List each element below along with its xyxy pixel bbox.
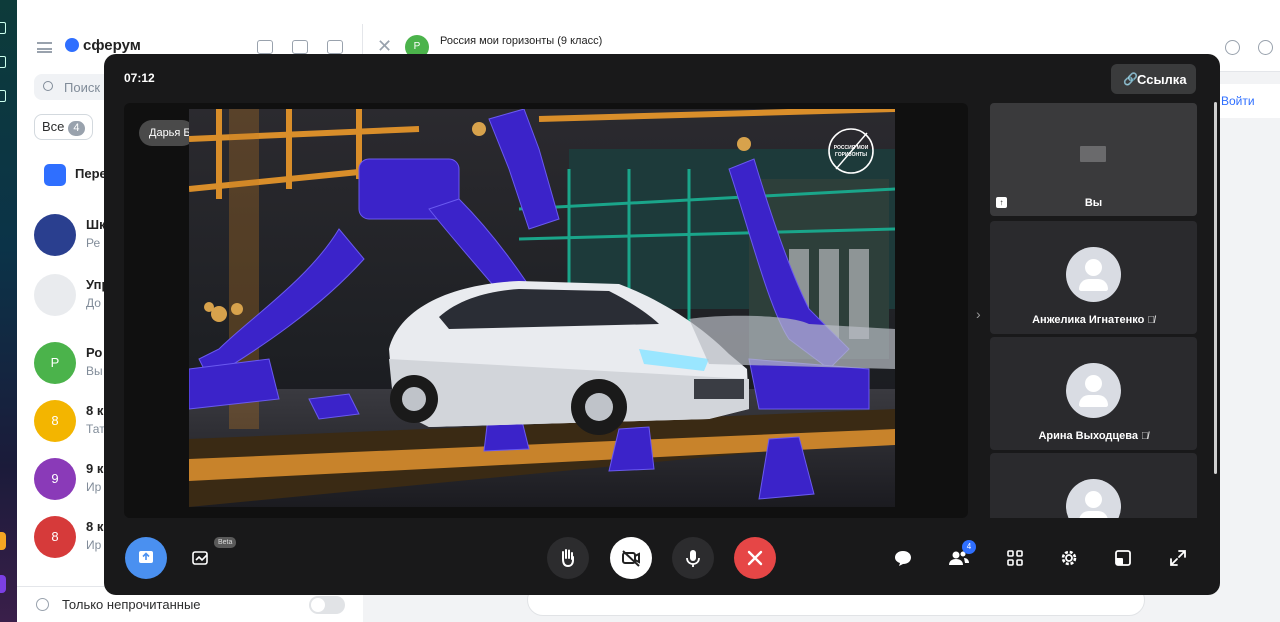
chat-avatar xyxy=(44,164,66,186)
speaker-name-tag: Дарья Б xyxy=(139,120,195,146)
grid-view-button[interactable] xyxy=(1002,545,1028,571)
chevron-right-icon[interactable]: › xyxy=(976,306,981,322)
avatar xyxy=(1066,363,1121,418)
participant-tile[interactable] xyxy=(990,453,1197,518)
app-logo-text: сферум xyxy=(83,37,141,54)
chat-name: Шк xyxy=(86,217,106,232)
screen: сферум Поиск Все 4 Пере Шк Ре Упр До Р Ро Вы 8 8 к… xyxy=(0,0,1280,622)
gear-icon xyxy=(1061,550,1077,566)
mic-toggle-button[interactable] xyxy=(672,537,714,579)
chat-name: Ро xyxy=(86,345,103,360)
mic-icon xyxy=(686,550,700,567)
hangup-icon xyxy=(747,550,763,566)
chat-icon xyxy=(895,551,911,566)
chat-avatar: 9 xyxy=(34,458,76,500)
whiteboard-icon xyxy=(192,551,208,565)
mic-off-icon: 🎙̸ xyxy=(1147,315,1155,326)
link-icon: 🔗 xyxy=(1123,72,1138,86)
participant-name: Вы xyxy=(1084,197,1103,209)
unread-only-toggle[interactable] xyxy=(309,596,345,614)
taskbar-icon[interactable] xyxy=(0,90,6,102)
fullscreen-icon xyxy=(1170,550,1186,566)
chat-preview: Вы xyxy=(86,364,103,378)
search-placeholder: Поиск xyxy=(64,80,101,95)
unread-filter-icon xyxy=(36,598,49,611)
unread-only-label: Только непрочитанные xyxy=(62,597,201,612)
search-icon[interactable] xyxy=(1258,40,1273,55)
whiteboard-button[interactable] xyxy=(188,545,214,571)
participant-name-row: Арина Выходцева 🎙̸ xyxy=(990,430,1197,442)
search-icon xyxy=(43,81,53,91)
participants-panel: ↑ Вы Анжелика Игнатенко 🎙̸ Арина Выходцев… xyxy=(990,103,1197,518)
participant-tile[interactable]: Арина Выходцева 🎙̸ xyxy=(990,337,1197,450)
window-topbar xyxy=(17,0,1280,24)
video-logo-line1: РОССИЯ МОИ xyxy=(834,145,869,151)
copy-link-button[interactable]: 🔗 Ссылка xyxy=(1111,64,1196,94)
taskbar-icon[interactable] xyxy=(0,56,6,68)
fullscreen-button[interactable] xyxy=(1165,545,1191,571)
filter-label: Все xyxy=(42,119,65,134)
chat-name: 8 к xyxy=(86,403,104,418)
call-timer: 07:12 xyxy=(124,71,155,85)
filter-count-badge: 4 xyxy=(68,121,85,136)
filter-all-button[interactable]: Все 4 xyxy=(34,114,93,140)
chat-avatar: Р xyxy=(34,342,76,384)
mic-off-icon: 🎙̸ xyxy=(1141,431,1149,442)
main-stage: Дарья Б РОССИЯ МОИ ГОРИЗОНТЫ xyxy=(124,103,968,518)
chat-avatar xyxy=(34,214,76,256)
chat-avatar: 8 xyxy=(34,400,76,442)
settings-button[interactable] xyxy=(1056,545,1082,571)
camera-off-icon xyxy=(622,550,640,567)
copy-link-label: Ссылка xyxy=(1137,72,1187,87)
archive-icon[interactable] xyxy=(292,40,308,54)
participant-name: Арина Выходцева xyxy=(1038,430,1139,442)
chat-preview: До xyxy=(86,296,101,310)
chat-name: Пере xyxy=(75,166,107,181)
factory-robot-video-frame: РОССИЯ МОИ ГОРИЗОНТЫ xyxy=(189,109,895,507)
participant-tile[interactable]: Анжелика Игнатенко 🎙̸ xyxy=(990,221,1197,334)
chat-avatar: 8 xyxy=(34,516,76,558)
new-call-icon[interactable] xyxy=(257,40,273,54)
participant-name: Анжелика Игнатенко xyxy=(1032,314,1145,326)
chat-preview: Ир xyxy=(86,480,102,494)
compose-icon[interactable] xyxy=(327,40,343,54)
screen-share-button[interactable] xyxy=(125,537,167,579)
join-call-button[interactable]: Войти xyxy=(1217,84,1280,118)
chat-button[interactable] xyxy=(890,545,916,571)
call-window: 07:12 🔗 Ссылка Дарья Б РОССИЯ МОИ ГОРИЗО… xyxy=(104,54,1220,595)
raise-hand-icon xyxy=(562,549,574,568)
raise-hand-button[interactable] xyxy=(547,537,589,579)
chat-title: Россия мои горизонты (9 класс) xyxy=(440,35,603,47)
grid-icon xyxy=(1007,550,1023,566)
participant-tile-self[interactable]: ↑ Вы xyxy=(990,103,1197,216)
chat-preview: Тат xyxy=(86,422,105,436)
shared-video: РОССИЯ МОИ ГОРИЗОНТЫ xyxy=(189,109,895,507)
beta-badge: Beta xyxy=(214,537,237,548)
participant-name-row: Анжелика Игнатенко 🎙̸ xyxy=(990,314,1197,326)
video-logo-line2: ГОРИЗОНТЫ xyxy=(835,152,867,158)
screen-share-preview xyxy=(1080,146,1106,162)
os-taskbar xyxy=(0,0,17,622)
chat-preview: Ре xyxy=(86,236,101,250)
tiles-scrollbar[interactable] xyxy=(1214,102,1217,474)
taskbar-app-icon[interactable] xyxy=(0,532,6,550)
chat-name: 9 к xyxy=(86,461,104,476)
avatar xyxy=(1066,247,1121,302)
screen-share-icon xyxy=(139,551,153,563)
participants-count-badge: 4 xyxy=(962,540,976,554)
taskbar-icon[interactable] xyxy=(0,22,6,34)
camera-toggle-button[interactable] xyxy=(610,537,652,579)
sferum-logo-icon xyxy=(65,38,79,52)
avatar xyxy=(1066,479,1121,518)
menu-icon[interactable] xyxy=(37,42,52,53)
phone-icon[interactable] xyxy=(1225,40,1240,55)
chat-name: 8 к xyxy=(86,519,104,534)
chat-preview: Ир xyxy=(86,538,102,552)
taskbar-app-icon[interactable] xyxy=(0,575,6,593)
layout-button[interactable] xyxy=(1110,545,1136,571)
chat-avatar xyxy=(34,274,76,316)
call-controls: Beta 4 xyxy=(104,532,1220,595)
hangup-button[interactable] xyxy=(734,537,776,579)
layout-icon xyxy=(1115,550,1131,566)
